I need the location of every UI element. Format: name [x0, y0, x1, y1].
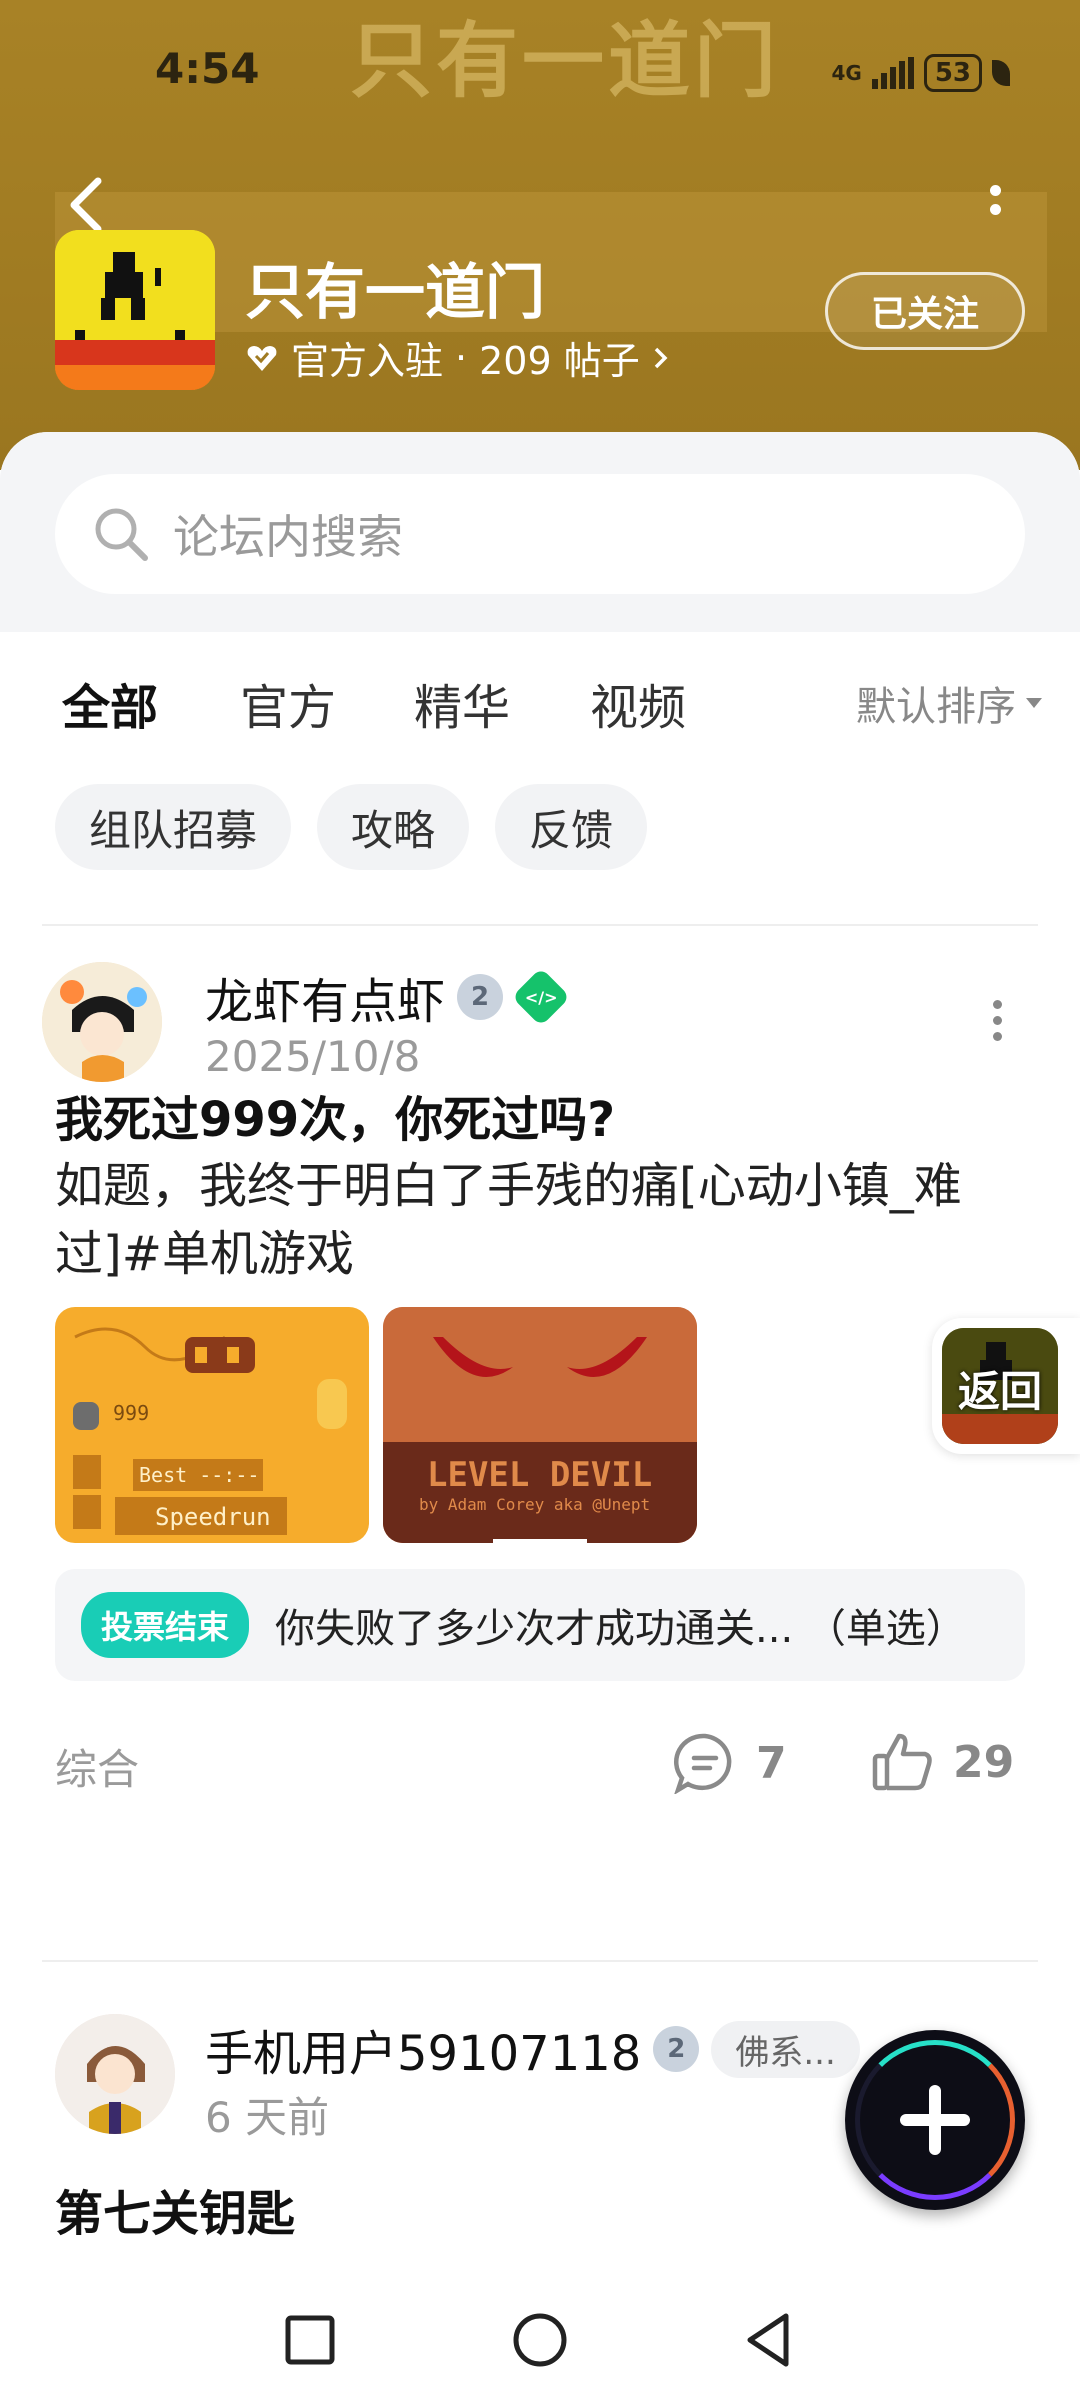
back-button[interactable] — [62, 175, 112, 235]
post-author[interactable]: 龙虾有点虾 2 </> — [205, 962, 571, 1032]
like-button[interactable]: 29 — [871, 1732, 1014, 1792]
post-more-button[interactable] — [987, 1000, 1007, 1050]
dropdown-arrow-icon — [1026, 698, 1042, 708]
return-to-game-button[interactable]: 返回 — [932, 1318, 1080, 1454]
speedrun-label: Speedrun — [155, 1503, 271, 1531]
follow-button[interactable]: 已关注 — [825, 272, 1025, 350]
best-time: Best --:-- — [139, 1463, 260, 1487]
battery-indicator: 53 — [923, 54, 982, 92]
comment-count: 7 — [756, 1737, 787, 1789]
forum-subtitle[interactable]: 官方入驻 · 209 帖子 — [245, 330, 670, 385]
post-date: 2025/10/8 — [205, 1032, 421, 1081]
back-arrow-icon — [70, 177, 102, 233]
return-label: 返回 — [957, 1367, 1042, 1416]
user-tag: 佛系... — [711, 2020, 860, 2078]
create-post-button[interactable] — [845, 2030, 1025, 2210]
post-title: 第七关钥匙 — [55, 2186, 296, 2242]
status-icons: 4G 53 — [831, 54, 1010, 92]
more-options-button[interactable] — [980, 185, 1010, 235]
tab-all[interactable]: 全部 — [62, 668, 158, 740]
poll-question: 你失败了多少次才成功通关... （单选） — [275, 1606, 966, 1652]
like-count: 29 — [953, 1736, 1015, 1788]
chevron-right-icon — [654, 347, 668, 368]
post-title: 我死过999次，你死过吗? — [55, 1092, 616, 1148]
poll-card[interactable]: 投票结束 你失败了多少次才成功通关... （单选） — [55, 1569, 1025, 1681]
signal-icon — [871, 57, 914, 89]
chip-guide[interactable]: 攻略 — [317, 784, 470, 870]
level-devil-title: LEVEL DEVIL — [427, 1455, 653, 1495]
avatar[interactable] — [55, 2014, 175, 2134]
search-icon — [95, 508, 148, 561]
post-category: 综合 — [55, 1745, 140, 1794]
post-image-2[interactable]: LEVEL DEVIL by Adam Corey aka @Unept — [383, 1307, 697, 1543]
chip-feedback[interactable]: 反馈 — [495, 784, 648, 870]
sort-dropdown[interactable]: 默认排序 — [856, 674, 1042, 732]
filter-chips: 组队招募 攻略 反馈 — [55, 784, 648, 870]
network-label: 4G — [831, 61, 862, 85]
back-nav-icon[interactable] — [738, 2310, 798, 2370]
level-devil-credit: by Adam Corey aka @Unept — [419, 1495, 651, 1514]
game-thumbnail-icon: 返回 — [942, 1328, 1058, 1444]
status-bar: 4:54 4G 53 — [0, 0, 1080, 140]
game-badge-icon: </> — [511, 967, 571, 1027]
system-nav-bar — [0, 2270, 1080, 2400]
plus-icon — [929, 2085, 941, 2155]
thumbs-up-icon — [872, 1733, 932, 1791]
tab-official[interactable]: 官方 — [240, 668, 336, 738]
search-area: 论坛内搜索 — [0, 432, 1080, 632]
leaf-icon — [992, 60, 1010, 86]
post-date: 6 天前 — [205, 2093, 330, 2142]
separator: · — [455, 335, 468, 380]
post-author[interactable]: 手机用户59107118 2 佛系... — [205, 2014, 860, 2084]
post-image-1[interactable]: 999 Best --:-- Speedrun — [55, 1307, 369, 1543]
post-body: 如题，我终于明白了手残的痛[心动小镇_难过]#单机游戏 — [55, 1158, 962, 1282]
forum-title: 只有一道门 — [245, 258, 545, 328]
poll-ended-badge: 投票结束 — [81, 1592, 250, 1658]
comment-icon — [674, 1733, 732, 1794]
tab-featured[interactable]: 精华 — [414, 668, 510, 738]
recent-apps-icon[interactable] — [280, 2310, 340, 2370]
level-badge-icon: 2 — [457, 974, 504, 1020]
tab-bar: 全部 官方 精华 视频 默认排序 — [62, 668, 1042, 748]
search-input[interactable]: 论坛内搜索 — [55, 474, 1025, 594]
search-placeholder: 论坛内搜索 — [173, 510, 403, 564]
comment-button[interactable]: 7 — [672, 1732, 787, 1794]
official-label: 官方入驻 — [291, 339, 444, 383]
verified-heart-icon — [247, 345, 277, 371]
divider — [42, 1960, 1038, 1962]
sort-label: 默认排序 — [856, 684, 1016, 730]
chip-team-recruit[interactable]: 组队招募 — [55, 784, 292, 870]
status-time: 4:54 — [155, 44, 260, 93]
level-badge-icon: 2 — [653, 2026, 700, 2072]
home-icon[interactable] — [510, 2310, 570, 2370]
post-footer: 综合 7 29 — [55, 1722, 1025, 1802]
avatar[interactable] — [42, 962, 162, 1082]
death-count: 999 — [113, 1401, 150, 1425]
posts-count: 209 帖子 — [479, 339, 640, 383]
divider — [42, 924, 1038, 926]
tab-video[interactable]: 视频 — [590, 668, 686, 738]
game-app-icon — [55, 230, 215, 390]
